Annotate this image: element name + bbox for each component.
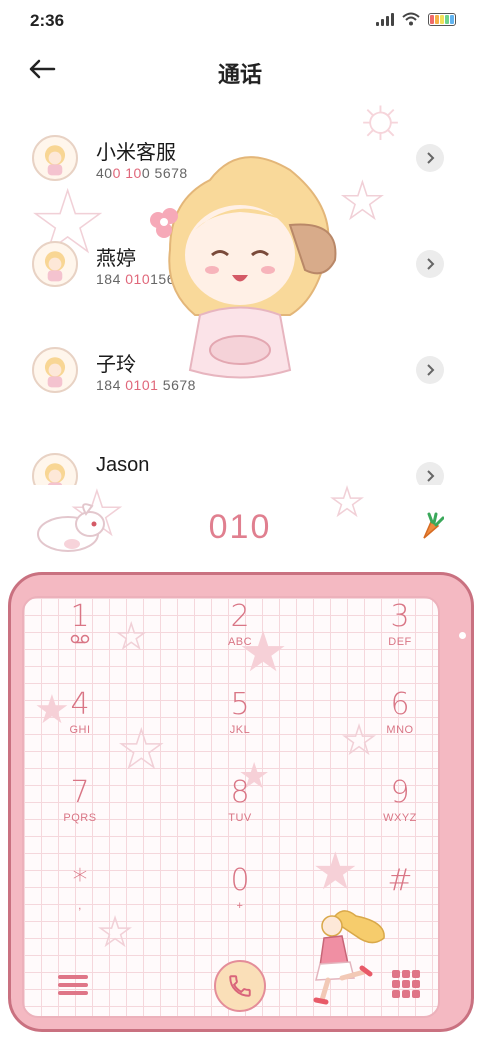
phone-icon [229,975,251,997]
chevron-right-icon [427,152,435,164]
avatar [32,347,78,393]
menu-button[interactable] [58,970,88,1000]
status-icons [376,12,456,26]
contact-item[interactable]: Jason [0,428,480,485]
status-time: 2:36 [30,11,65,30]
key-0[interactable]: 0 + [180,864,300,944]
key-8[interactable]: 8 TUV [180,776,300,856]
key-3[interactable]: 3 DEF [340,600,460,680]
key-5[interactable]: 5 JKL [180,688,300,768]
contact-list: 小米客服 400 100 5678 燕婷 184 01015689 子玲 184… [0,110,480,485]
chevron-right-icon [427,258,435,270]
key-4[interactable]: 4 GHI [20,688,140,768]
dialed-number-display: 010 [208,508,272,546]
key-star[interactable]: * , [20,864,140,944]
contact-detail-button[interactable] [416,462,444,485]
key-6[interactable]: 6 MNO [340,688,460,768]
frame-highlight [459,632,466,639]
running-girl-illustration [313,910,385,1005]
key-2[interactable]: 2 ABC [180,600,300,680]
chevron-right-icon [427,470,435,482]
contact-name: 燕婷 [96,248,136,270]
contact-item[interactable]: 子玲 184 0101 5678 [0,322,480,422]
chevron-right-icon [427,364,435,376]
page-title: 通话 [217,62,262,87]
avatar [32,241,78,287]
contact-detail-button[interactable] [416,250,444,278]
voicemail-icon [70,634,90,644]
contact-name: 子玲 [96,354,136,376]
contact-item[interactable]: 小米客服 400 100 5678 [0,110,480,210]
menu-icon [58,975,88,979]
dialpad-toggle-button[interactable] [392,970,420,998]
contact-item[interactable]: 燕婷 184 01015689 [0,216,480,316]
contact-number: 184 01015689 [96,271,192,287]
avatar [32,135,78,181]
contact-detail-button[interactable] [416,144,444,172]
contact-number: 400 100 5678 [96,165,188,181]
carrot-icon[interactable] [418,512,444,540]
battery-icon [428,12,456,26]
status-bar: 2:36 [0,0,480,40]
contact-number: 184 0101 5678 [96,377,196,393]
contact-detail-button[interactable] [416,356,444,384]
wifi-icon [402,12,420,26]
key-7[interactable]: 7 PQRS [20,776,140,856]
avatar [32,453,78,485]
key-9[interactable]: 9 WXYZ [340,776,460,856]
dialpad-icon [392,970,400,978]
key-1[interactable]: 1 [20,600,140,680]
signal-icon [376,12,394,26]
contact-name: Jason [96,454,150,476]
contact-name: 小米客服 [96,142,176,164]
call-button[interactable] [214,960,266,1012]
